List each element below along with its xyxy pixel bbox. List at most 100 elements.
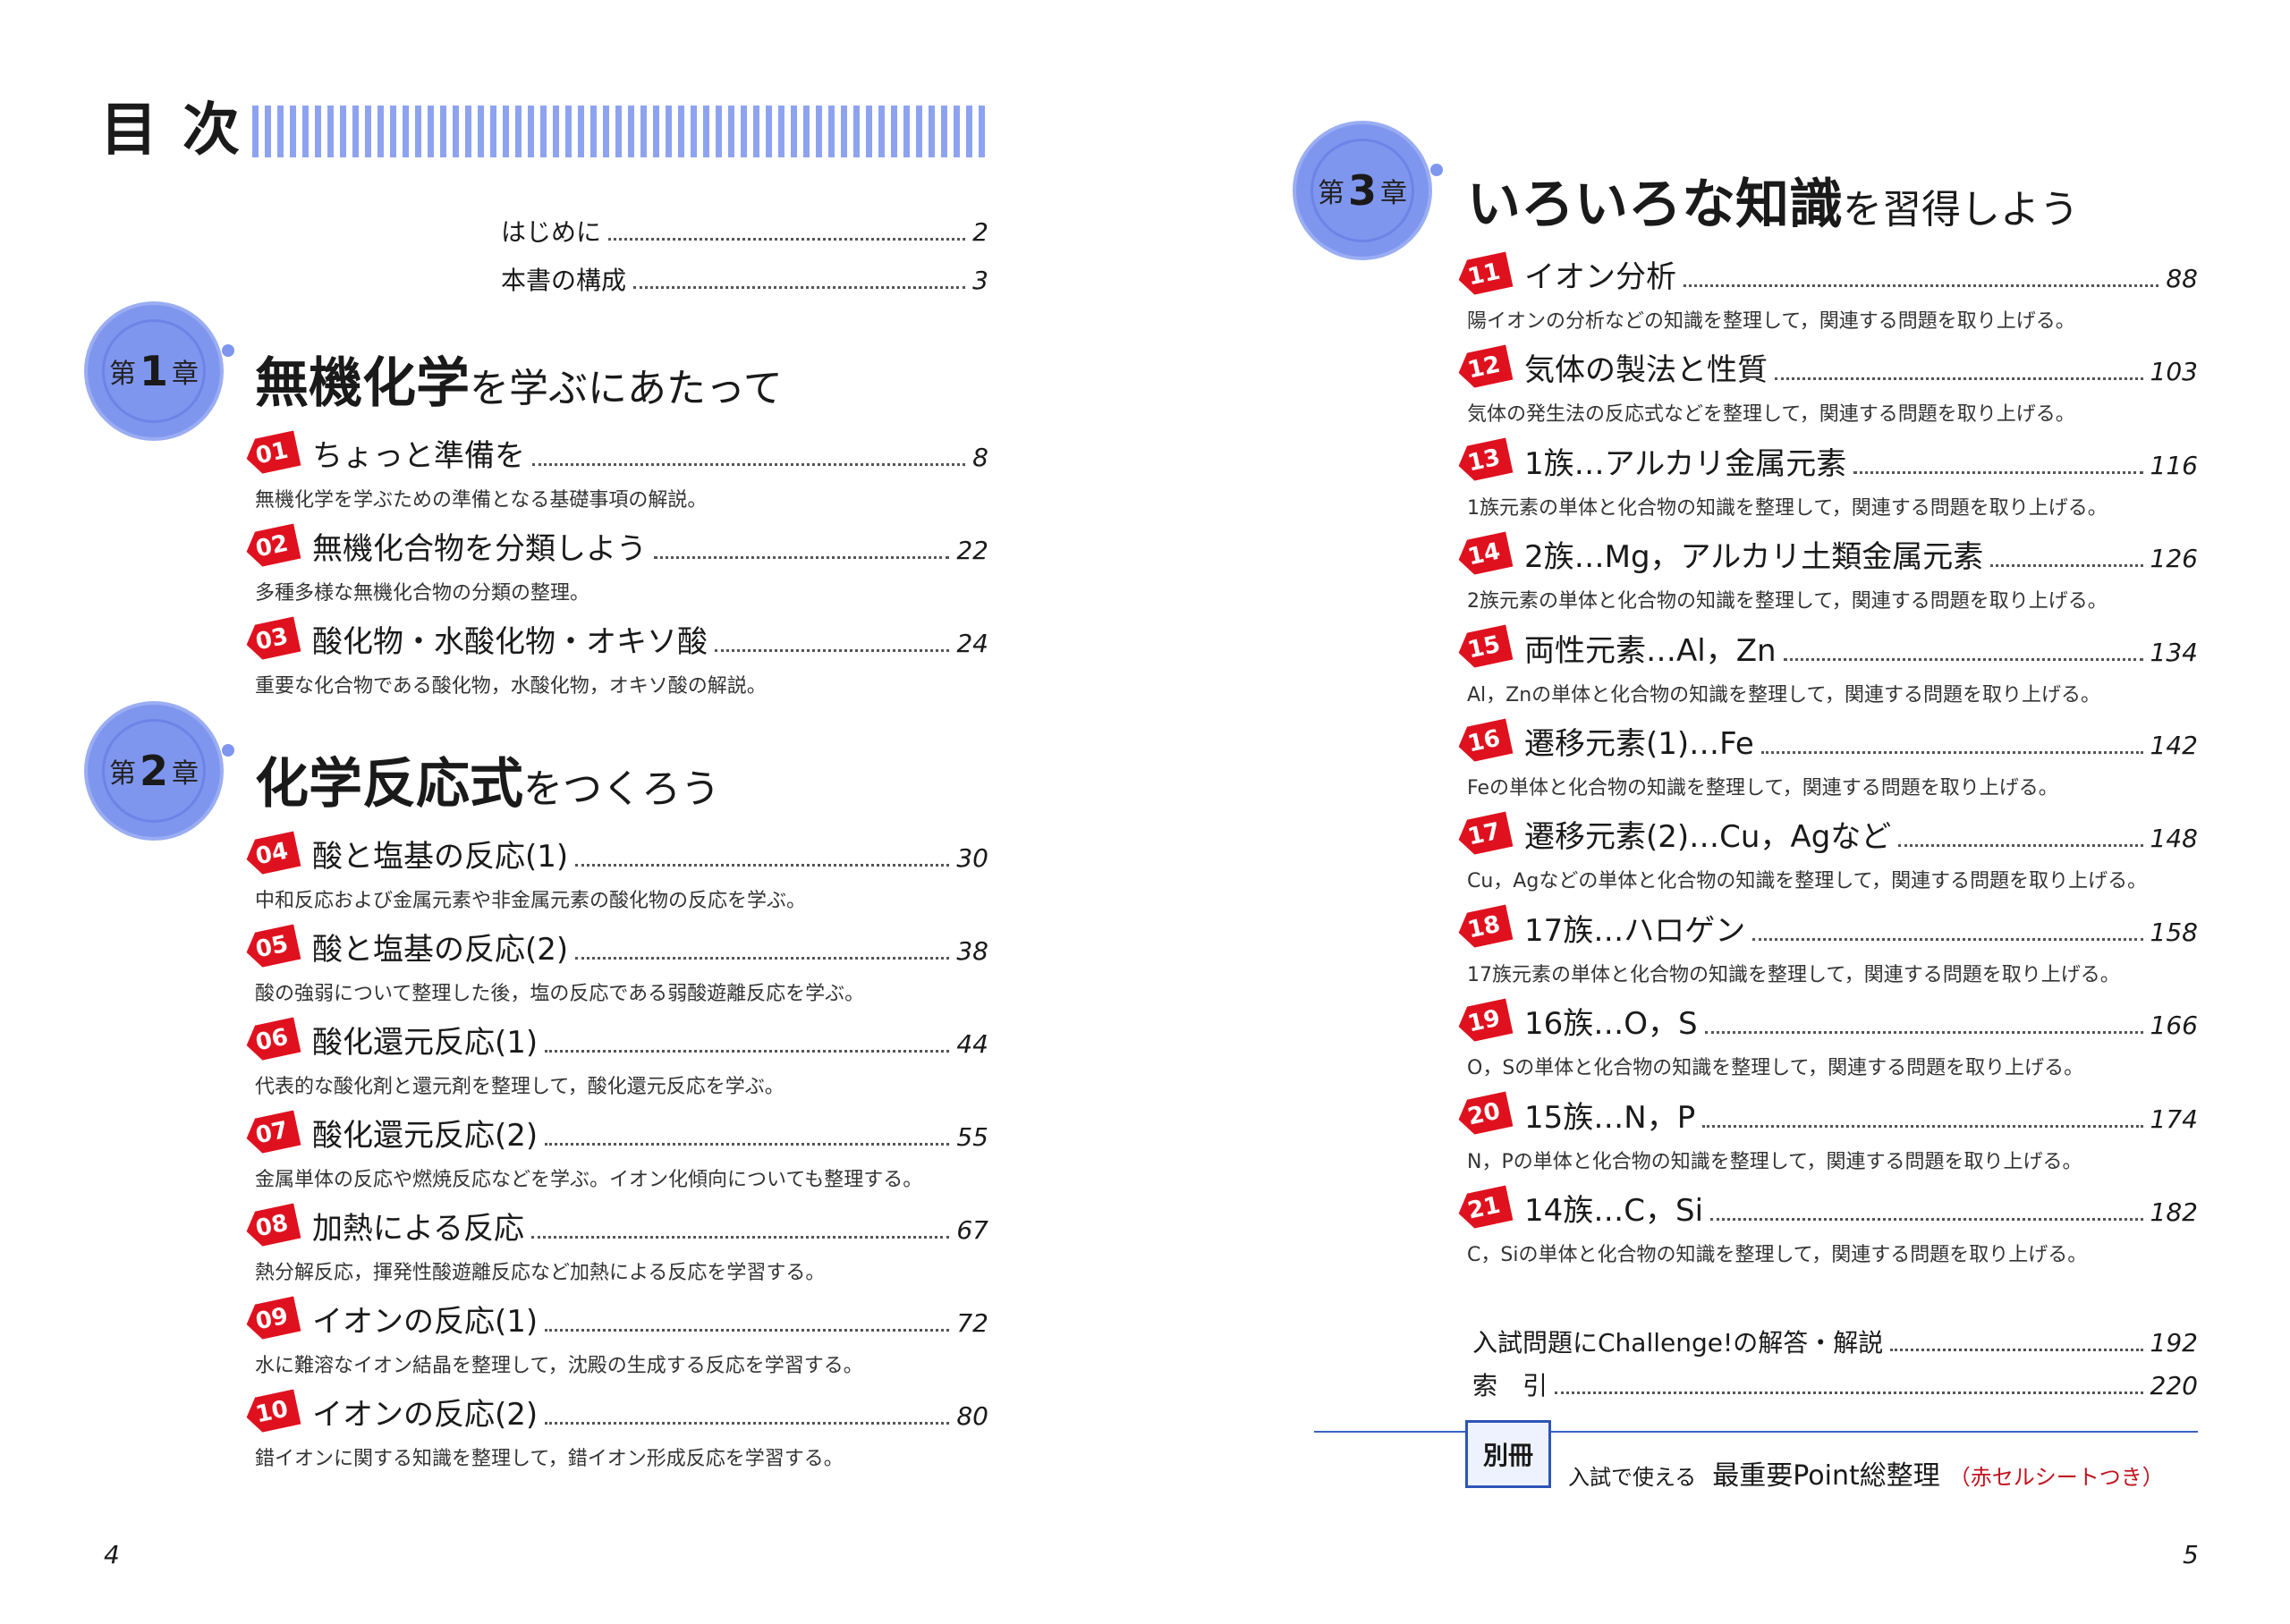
supplement-lead: 入試で使える xyxy=(1568,1465,1697,1490)
section-description: 2族元素の単体と化合物の知識を整理して，関連する問題を取り上げる。 xyxy=(1467,590,2108,613)
section-description: 1族元素の単体と化合物の知識を整理して，関連する問題を取り上げる。 xyxy=(1467,496,2108,520)
entry-page: 2 xyxy=(972,217,988,247)
entry-label: 入試問題にChallenge!の解答・解説 xyxy=(1472,1328,1884,1358)
section-page: 174 xyxy=(2150,1104,2198,1134)
toc-item[interactable]: 09 イオンの反応(1) 72 水に難溶なイオン結晶を整理して，沈殿の生成する反… xyxy=(246,1297,988,1378)
section-title: 酸化還元反応(1) xyxy=(312,1025,539,1061)
section-title: 加熱による反応 xyxy=(312,1211,524,1247)
section-number-tag: 08 xyxy=(242,1203,301,1248)
section-description: Al，Znの単体と化合物の知識を整理して，関連する問題を取り上げる。 xyxy=(1467,683,2100,706)
toc-item[interactable]: 12 気体の製法と性質 103 気体の発生法の反応式などを整理して，関連する問題… xyxy=(1458,345,2198,427)
leader-dots xyxy=(545,1143,950,1146)
section-page: 103 xyxy=(2150,357,2198,387)
entry-page: 192 xyxy=(2150,1328,2198,1358)
chapter-number: 3 xyxy=(1347,166,1377,215)
section-description: 無機化学を学ぶための準備となる基礎事項の解説。 xyxy=(255,489,708,512)
page-number-right: 5 xyxy=(2183,1540,2199,1569)
leader-dots xyxy=(545,1329,950,1332)
section-description: 代表的な酸化剤と還元剤を整理して，酸化還元反応を学ぶ。 xyxy=(255,1076,785,1098)
section-number-tag: 09 xyxy=(242,1296,301,1341)
toc-entry-challenge-answers[interactable]: 入試問題にChallenge!の解答・解説 192 xyxy=(1472,1324,2198,1359)
toc-item[interactable]: 04 酸と塩基の反応(1) 30 中和反応および金属元素や非金属元素の酸化物の反… xyxy=(246,832,988,913)
toc-item-row: 11 イオン分析 88 xyxy=(1458,252,2198,296)
leader-dots xyxy=(715,649,950,652)
toc-item[interactable]: 21 14族…C，Si 182 C，Siの単体と化合物の知識を整理して，関連する… xyxy=(1458,1186,2198,1267)
section-description: 多種多様な無機化合物の分類の整理。 xyxy=(255,582,590,605)
toc-item[interactable]: 16 遷移元素(1)…Fe 142 Feの単体と化合物の知識を整理して，関連する… xyxy=(1458,719,2198,800)
section-title: 17族…ハロゲン xyxy=(1524,912,1746,949)
section-title: 気体の製法と性質 xyxy=(1524,352,1768,389)
toc-item[interactable]: 07 酸化還元反応(2) 55 金属単体の反応や燃焼反応などを学ぶ。イオン化傾向… xyxy=(246,1111,988,1192)
section-page: 8 xyxy=(972,443,988,472)
toc-item[interactable]: 01 ちょっと準備を 8 無機化学を学ぶための準備となる基礎事項の解説。 xyxy=(246,431,988,512)
toc-item[interactable]: 05 酸と塩基の反応(2) 38 酸の強弱について整理した後，塩の反応である弱酸… xyxy=(246,925,988,1006)
toc-entry-index[interactable]: 索 引 220 xyxy=(1472,1366,2198,1402)
leader-dots xyxy=(545,1050,950,1053)
leader-dots xyxy=(1783,657,2143,661)
section-title: 酸化物・水酸化物・オキソ酸 xyxy=(312,624,708,660)
toc-item[interactable]: 14 2族…Mg，アルカリ土類金属元素 126 2族元素の単体と化合物の知識を整… xyxy=(1458,532,2198,613)
entry-label: 索 引 xyxy=(1472,1371,1548,1400)
toc-item[interactable]: 10 イオンの反応(2) 80 錯イオンに関する知識を整理して，錯イオン形成反応… xyxy=(246,1390,988,1471)
toc-item[interactable]: 13 1族…アルカリ金属元素 116 1族元素の単体と化合物の知識を整理して，関… xyxy=(1458,439,2198,520)
leader-dots xyxy=(654,556,950,559)
entry-page: 220 xyxy=(2150,1371,2198,1400)
section-title: 遷移元素(1)…Fe xyxy=(1524,726,1754,762)
section-number-tag: 07 xyxy=(242,1110,301,1155)
toc-item[interactable]: 17 遷移元素(2)…Cu，Agなど 148 Cu，Agなどの単体と化合物の知識… xyxy=(1458,812,2198,893)
chapter-title-1[interactable]: 無機化学を学ぶにあたって xyxy=(255,340,783,418)
chapter-title-bold: 無機化学 xyxy=(255,352,470,415)
toc-item[interactable]: 15 両性元素…Al，Zn 134 Al，Znの単体と化合物の知識を整理して，関… xyxy=(1458,626,2198,707)
section-description: 陽イオンの分析などの知識を整理して，関連する問題を取り上げる。 xyxy=(1467,310,2075,333)
leader-dots xyxy=(1555,1391,2143,1394)
leader-dots xyxy=(1684,284,2159,287)
toc-item[interactable]: 19 16族…O，S 166 O，Sの単体と化合物の知識を整理して，関連する問題… xyxy=(1458,999,2198,1080)
entry-page: 3 xyxy=(972,266,988,295)
section-title: 遷移元素(2)…Cu，Agなど xyxy=(1524,819,1892,856)
toc-item[interactable]: 08 加熱による反応 67 熱分解反応，揮発性酸遊離反応など加熱による反応を学習… xyxy=(246,1204,988,1285)
section-number-tag: 19 xyxy=(1455,998,1513,1044)
toc-item-row: 06 酸化還元反応(1) 44 xyxy=(246,1018,988,1062)
toc-item-row: 08 加熱による反応 67 xyxy=(246,1204,988,1248)
page-number-left: 4 xyxy=(104,1540,120,1569)
toc-item-row: 17 遷移元素(2)…Cu，Agなど 148 xyxy=(1458,812,2198,856)
toc-item[interactable]: 06 酸化還元反応(1) 44 代表的な酸化剤と還元剤を整理して，酸化還元反応を… xyxy=(246,1018,988,1099)
section-page: 158 xyxy=(2150,917,2198,947)
toc-item[interactable]: 18 17族…ハロゲン 158 17族元素の単体と化合物の知識を整理して，関連す… xyxy=(1458,906,2198,987)
chapter-badge-1: 第1章 xyxy=(88,305,234,437)
leader-dots xyxy=(1890,1349,2143,1351)
toc-item[interactable]: 03 酸化物・水酸化物・オキソ酸 24 重要な化合物である酸化物，水酸化物，オキ… xyxy=(246,617,988,698)
section-title: イオン分析 xyxy=(1524,259,1676,295)
toc-item-row: 02 無機化合物を分類しよう 22 xyxy=(246,524,988,568)
section-number-tag: 02 xyxy=(242,523,301,569)
chapter-title-bold: 化学反応式 xyxy=(255,753,523,816)
section-page: 148 xyxy=(2150,824,2198,854)
toc-item[interactable]: 20 15族…N，P 174 N，Pの単体と化合物の知識を整理して，関連する問題… xyxy=(1458,1093,2198,1174)
section-title: 酸と塩基の反応(1) xyxy=(312,839,569,875)
leader-dots xyxy=(1710,1218,2143,1221)
section-page: 116 xyxy=(2150,450,2198,480)
leader-dots xyxy=(530,1236,950,1239)
section-page: 30 xyxy=(956,843,988,873)
section-description: 金属単体の反応や燃焼反応などを学ぶ。イオン化傾向についても整理する。 xyxy=(255,1169,923,1191)
leader-dots xyxy=(1704,1031,2143,1035)
chapter-title-3[interactable]: いろいろな知識を習得しよう xyxy=(1467,161,2079,239)
toc-item-row: 04 酸と塩基の反応(1) 30 xyxy=(246,832,988,875)
section-title: 酸化還元反応(2) xyxy=(312,1118,539,1154)
section-title: 14族…C，Si xyxy=(1524,1193,1704,1229)
leader-dots xyxy=(1898,844,2143,848)
toc-item[interactable]: 02 無機化合物を分類しよう 22 多種多様な無機化合物の分類の整理。 xyxy=(246,524,988,605)
toc-entry-preface[interactable]: はじめに 2 xyxy=(501,213,988,249)
toc-item-row: 10 イオンの反応(2) 80 xyxy=(246,1390,988,1434)
toc-item-row: 09 イオンの反応(1) 72 xyxy=(246,1297,988,1341)
section-number-tag: 16 xyxy=(1455,718,1513,764)
section-title: 酸と塩基の反応(2) xyxy=(312,932,569,968)
toc-item-row: 13 1族…アルカリ金属元素 116 xyxy=(1458,439,2198,483)
section-description: C，Siの単体と化合物の知識を整理して，関連する問題を取り上げる。 xyxy=(1467,1244,2088,1266)
chapter-title-2[interactable]: 化学反応式をつくろう xyxy=(255,740,720,818)
section-title: 1族…アルカリ金属元素 xyxy=(1524,445,1847,482)
toc-entry-structure[interactable]: 本書の構成 3 xyxy=(501,261,988,297)
chapter-badge-2: 第2章 xyxy=(88,705,234,837)
toc-item-row: 15 両性元素…Al，Zn 134 xyxy=(1458,626,2198,670)
toc-item[interactable]: 11 イオン分析 88 陽イオンの分析などの知識を整理して，関連する問題を取り上… xyxy=(1458,252,2198,334)
